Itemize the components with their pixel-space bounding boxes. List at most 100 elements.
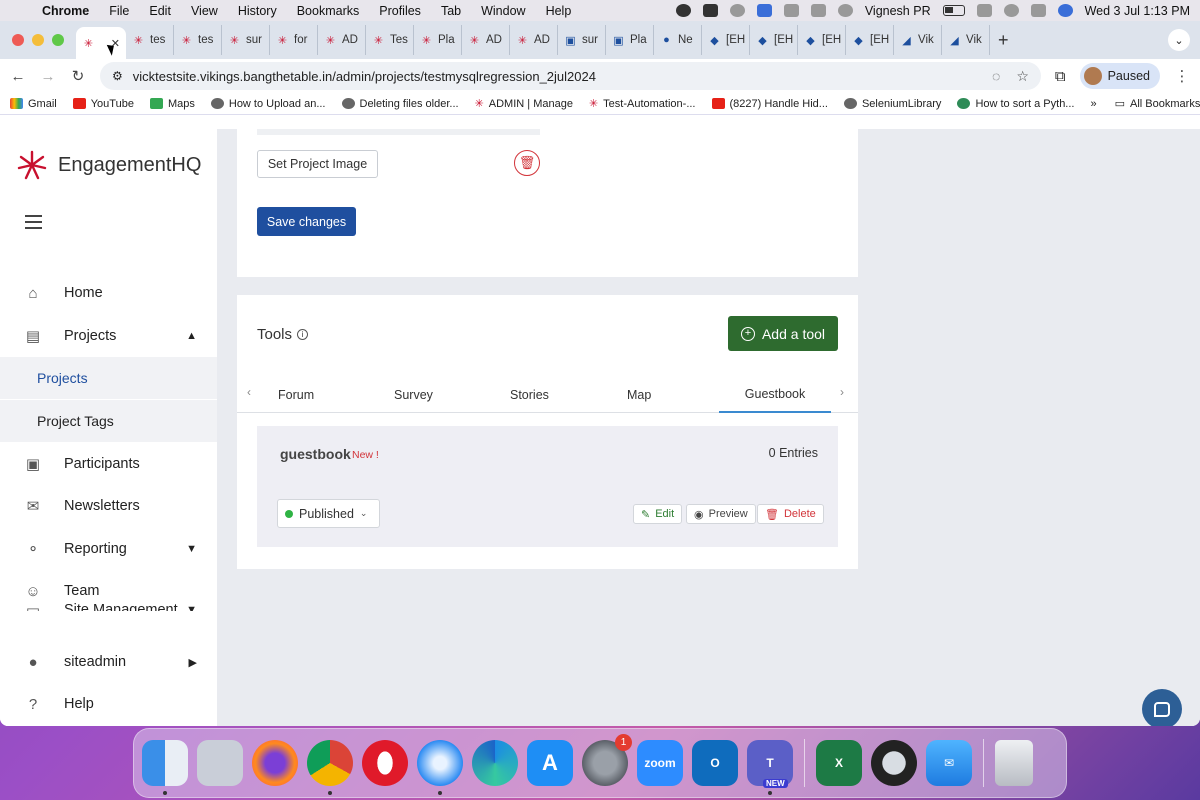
sidebar-item-siteadmin[interactable]: ● siteadmin ▶	[0, 641, 217, 683]
bookmark-item[interactable]: How to sort a Pyth...	[957, 98, 1074, 110]
menu-tab[interactable]: Tab	[441, 4, 461, 18]
quicktime-icon[interactable]	[871, 740, 917, 786]
play-icon[interactable]	[837, 4, 853, 17]
browser-tab[interactable]: ◆ [EH	[798, 25, 846, 55]
sidebar-item-site-management[interactable]: ▭ Site Management ▼	[0, 601, 217, 611]
menubar-user[interactable]: Vignesh PR	[865, 4, 931, 18]
excel-icon[interactable]: X	[816, 740, 862, 786]
forward-arrow-icon[interactable]: →	[40, 68, 56, 85]
bookmark-youtube[interactable]: YouTube	[72, 98, 134, 110]
vpn-icon[interactable]	[702, 4, 718, 17]
menu-app-name[interactable]: Chrome	[42, 4, 89, 18]
new-tab-button[interactable]: +	[998, 30, 1009, 51]
browser-tab-active[interactable]: ✳ ✕	[76, 27, 126, 59]
eye-off-icon[interactable]: ◌	[992, 68, 1000, 85]
opera-icon[interactable]	[362, 740, 408, 786]
delete-image-trash-icon[interactable]: 🗑	[514, 150, 540, 176]
browser-tab[interactable]: ✳ tes	[174, 25, 222, 55]
tab-search-chevron-icon[interactable]: ⌄	[1168, 29, 1190, 51]
hamburger-menu-icon[interactable]	[25, 215, 42, 233]
teams-icon[interactable]: T NEW	[747, 740, 793, 795]
chrome-icon[interactable]	[307, 740, 353, 795]
safari-icon[interactable]	[417, 740, 463, 795]
browser-tab[interactable]: ● Ne	[654, 25, 702, 55]
zoom-window-button[interactable]	[52, 34, 64, 46]
bookmark-item[interactable]: How to Upload an...	[210, 98, 326, 110]
zoom-icon[interactable]: zoom	[637, 740, 683, 786]
tab-guestbook[interactable]: Guestbook	[719, 377, 831, 413]
menu-edit[interactable]: Edit	[149, 4, 171, 18]
app-store-icon[interactable]: A	[527, 740, 573, 786]
tabs-scroll-left-icon[interactable]: ‹	[247, 385, 251, 399]
more-bookmarks-icon[interactable]: »	[1090, 98, 1096, 110]
trash-icon[interactable]	[995, 740, 1033, 786]
bookmark-item[interactable]: (8227) Handle Hid...	[711, 98, 828, 110]
bookmark-item[interactable]: Deleting files older...	[341, 98, 459, 110]
kebab-menu-icon[interactable]: ⋮	[1174, 67, 1190, 85]
mail-icon[interactable]: ✉	[926, 740, 972, 786]
sidebar-item-participants[interactable]: ▣ Participants	[0, 443, 217, 485]
sidebar-subitem-projects[interactable]: Projects	[0, 357, 217, 399]
launchpad-icon[interactable]	[197, 740, 243, 786]
bookmark-item[interactable]: SeleniumLibrary	[843, 98, 941, 110]
sidebar-item-reporting[interactable]: ⚬ Reporting ▼	[0, 528, 217, 570]
wifi-icon[interactable]	[976, 4, 992, 17]
siri-icon[interactable]	[1057, 4, 1073, 17]
tab-survey[interactable]: Survey	[394, 377, 433, 413]
control-center-icon[interactable]	[1030, 4, 1046, 17]
sidebar-item-home[interactable]: ⌂ Home	[0, 272, 217, 314]
browser-tab[interactable]: ▣ sur	[558, 25, 606, 55]
brand-logo[interactable]: EngagementHQ	[16, 149, 201, 181]
tabs-scroll-right-icon[interactable]: ›	[840, 385, 844, 399]
profile-button[interactable]: Paused	[1079, 63, 1160, 89]
back-arrow-icon[interactable]: ←	[10, 68, 26, 85]
system-settings-icon[interactable]: 1	[582, 734, 632, 786]
tab-stories[interactable]: Stories	[510, 377, 549, 413]
bookmark-maps[interactable]: Maps	[149, 98, 195, 110]
all-bookmarks[interactable]: ▭ All Bookmarks	[1115, 97, 1200, 111]
spotlight-icon[interactable]	[1003, 4, 1019, 17]
info-icon[interactable]: i	[297, 329, 309, 340]
site-settings-icon[interactable]: ⚙	[112, 69, 123, 83]
set-project-image-button[interactable]: Set Project Image	[257, 150, 378, 178]
browser-tab[interactable]: ◆ [EH	[702, 25, 750, 55]
menu-view[interactable]: View	[191, 4, 218, 18]
record-icon[interactable]	[675, 4, 691, 17]
activity-icon[interactable]	[783, 4, 799, 17]
status-dropdown[interactable]: Published ⌄	[277, 499, 380, 528]
menu-bookmarks[interactable]: Bookmarks	[297, 4, 360, 18]
bookmark-star-icon[interactable]: ☆	[1016, 68, 1029, 85]
firefox-icon[interactable]	[252, 740, 298, 786]
bookmark-item[interactable]: ✳ ADMIN | Manage	[475, 97, 573, 111]
finder-icon[interactable]	[142, 740, 188, 795]
menu-history[interactable]: History	[238, 4, 277, 18]
bluetooth-icon[interactable]	[810, 4, 826, 17]
outlook-icon[interactable]: O	[692, 740, 738, 786]
minimize-window-button[interactable]	[32, 34, 44, 46]
menu-window[interactable]: Window	[481, 4, 525, 18]
browser-tab[interactable]: ✳ Tes	[366, 25, 414, 55]
chat-support-button[interactable]	[1142, 689, 1182, 726]
browser-tab[interactable]: ◆ [EH	[846, 25, 894, 55]
browser-tab[interactable]: ✳ AD	[462, 25, 510, 55]
app-status-icon[interactable]	[756, 4, 772, 17]
browser-tab[interactable]: ✳ Pla	[414, 25, 462, 55]
tab-map[interactable]: Map	[627, 377, 651, 413]
sidebar-item-projects[interactable]: ▤ Projects ▲	[0, 315, 217, 357]
extensions-puzzle-icon[interactable]: ⧉	[1055, 68, 1066, 85]
browser-tab[interactable]: ▣ Pla	[606, 25, 654, 55]
menu-file[interactable]: File	[109, 4, 129, 18]
browser-tab[interactable]: ◢ Vik	[894, 25, 942, 55]
bookmark-item[interactable]: ✳ Test-Automation-...	[589, 97, 696, 111]
address-bar[interactable]: ⚙ vicktestsite.vikings.bangthetable.in/a…	[100, 62, 1041, 90]
browser-tab[interactable]: ◢ Vik	[942, 25, 990, 55]
close-window-button[interactable]	[12, 34, 24, 46]
sidebar-item-help[interactable]: ? Help	[0, 683, 217, 725]
battery-icon[interactable]	[942, 5, 965, 16]
save-changes-button[interactable]: Save changes	[257, 207, 356, 236]
browser-tab[interactable]: ✳ AD	[510, 25, 558, 55]
menu-profiles[interactable]: Profiles	[379, 4, 421, 18]
sidebar-subitem-project-tags[interactable]: Project Tags	[0, 400, 217, 442]
browser-tab[interactable]: ✳ sur	[222, 25, 270, 55]
menu-help[interactable]: Help	[546, 4, 572, 18]
